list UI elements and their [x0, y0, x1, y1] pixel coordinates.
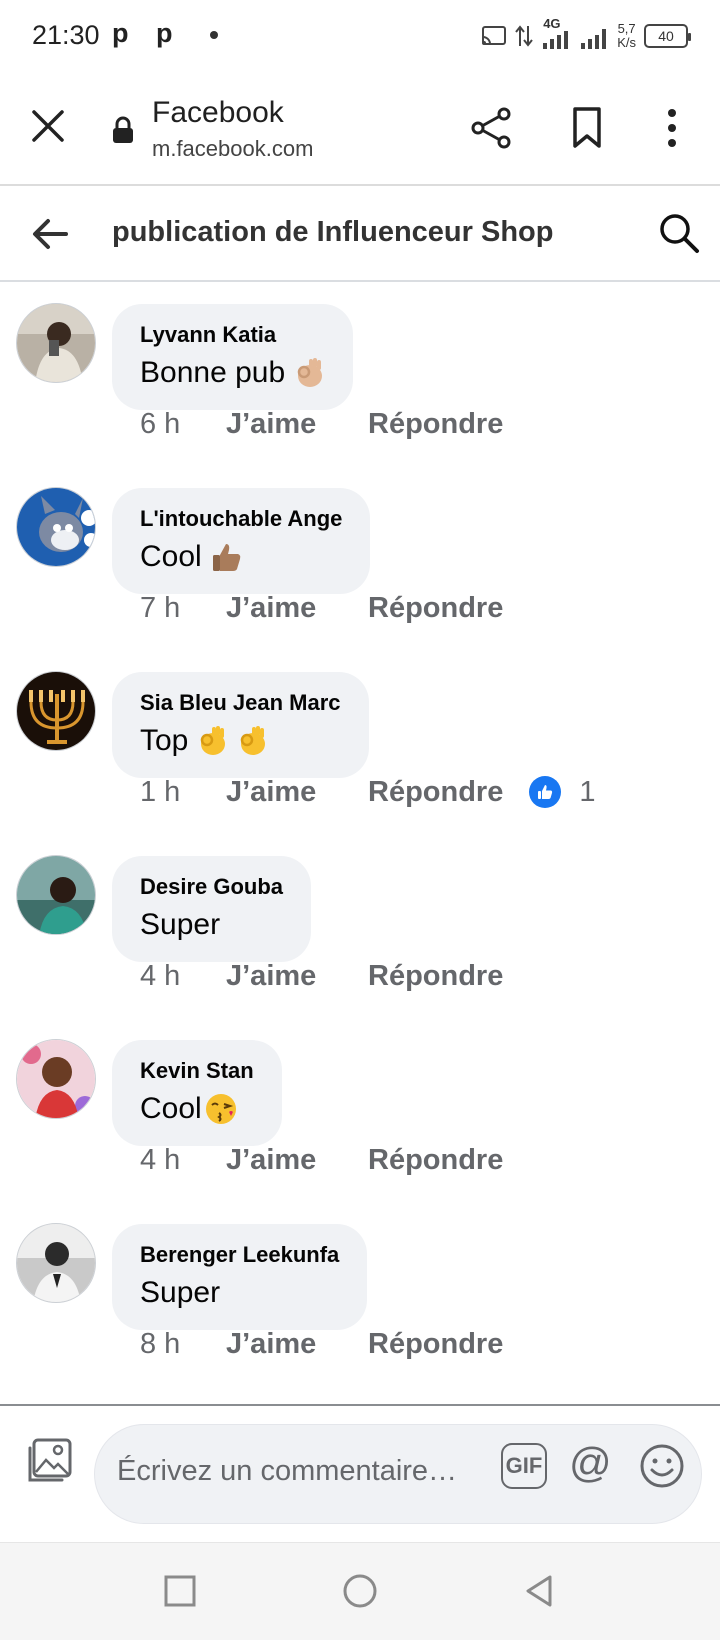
comment-author[interactable]: Kevin Stan: [140, 1058, 254, 1084]
comment-composer: Écrivez un commentaire… GIF @: [0, 1404, 720, 1542]
comment-actions: 6 h J’aime Répondre: [140, 404, 503, 444]
like-button[interactable]: J’aime: [226, 776, 368, 809]
comment-item: Sia Bleu Jean Marc Top 1 h J’aime Répond…: [0, 652, 720, 836]
like-button[interactable]: J’aime: [226, 1144, 368, 1177]
comment-time[interactable]: 4 h: [140, 960, 226, 993]
comment-bubble: Kevin Stan Cool: [112, 1040, 282, 1146]
reply-button[interactable]: Répondre: [368, 408, 503, 441]
comment-text: Top: [140, 724, 341, 758]
search-icon[interactable]: [658, 212, 700, 254]
comment-author[interactable]: Sia Bleu Jean Marc: [140, 690, 341, 716]
browser-toolbar: Facebook m.facebook.com: [0, 74, 720, 186]
mention-button[interactable]: @: [569, 1439, 612, 1487]
comment-text: Super: [140, 908, 221, 941]
reply-button[interactable]: Répondre: [368, 776, 503, 809]
signal-4g-icon: 4G: [541, 17, 571, 51]
page-title: publication de Influenceur Shop: [112, 216, 554, 248]
comment-text: Cool: [140, 540, 342, 574]
notification-p-icon: p: [156, 18, 173, 48]
reply-button[interactable]: Répondre: [368, 592, 503, 625]
comment-bubble: Lyvann Katia Bonne pub: [112, 304, 354, 410]
like-button[interactable]: J’aime: [226, 1328, 368, 1361]
comment-input[interactable]: Écrivez un commentaire… GIF @: [94, 1424, 702, 1524]
reply-button[interactable]: Répondre: [368, 1144, 503, 1177]
avatar[interactable]: [16, 487, 96, 567]
comment-time[interactable]: 1 h: [140, 776, 226, 809]
status-bar: 21:30 p p 4G 5,7 K/s 40: [0, 0, 720, 74]
photo-icon[interactable]: [24, 1436, 74, 1486]
cast-icon: [482, 26, 507, 45]
like-button[interactable]: J’aime: [226, 960, 368, 993]
status-time: 21:30: [32, 20, 100, 50]
back-arrow-icon[interactable]: [30, 214, 70, 254]
battery-icon: 40: [644, 24, 691, 48]
ok-hand-emoji-icon: [201, 726, 226, 755]
comments-list: Lyvann Katia Bonne pub 6 h J’aime Répond…: [0, 284, 720, 1388]
more-vertical-icon[interactable]: [660, 106, 684, 150]
comment-actions: 7 h J’aime Répondre: [140, 588, 503, 628]
notification-p-icon: p: [112, 18, 129, 48]
avatar[interactable]: [16, 1039, 96, 1119]
reaction-count: 1: [579, 775, 596, 808]
emoji-icon[interactable]: [639, 1443, 685, 1489]
comment-author[interactable]: Desire Gouba: [140, 874, 283, 900]
thumbs-up-emoji-icon: [212, 544, 240, 571]
network-speed: 5,7 K/s: [617, 21, 636, 50]
like-button[interactable]: J’aime: [226, 408, 368, 441]
reaction-summary[interactable]: 1: [529, 776, 595, 809]
browser-url[interactable]: m.facebook.com: [152, 136, 313, 162]
comment-text: Bonne pub: [140, 356, 325, 390]
comment-bubble: Berenger Leekunfa Super: [112, 1224, 368, 1330]
comment-text: Cool: [140, 1092, 254, 1126]
comment-actions: 1 h J’aime Répondre 1: [140, 772, 595, 812]
comment-item: Lyvann Katia Bonne pub 6 h J’aime Répond…: [0, 284, 720, 468]
system-navigation-bar: [0, 1542, 720, 1640]
comment-author[interactable]: Berenger Leekunfa: [140, 1242, 339, 1268]
comment-item: L'intouchable Ange Cool 7 h J’aime Répon…: [0, 468, 720, 652]
comment-time[interactable]: 4 h: [140, 1144, 226, 1177]
comment-bubble: Sia Bleu Jean Marc Top: [112, 672, 369, 778]
bookmark-icon[interactable]: [570, 106, 604, 150]
comment-time[interactable]: 8 h: [140, 1328, 226, 1361]
avatar[interactable]: [16, 855, 96, 935]
comment-time[interactable]: 7 h: [140, 592, 226, 625]
avatar[interactable]: [16, 671, 96, 751]
avatar[interactable]: [16, 303, 96, 383]
like-reaction-icon: [529, 776, 562, 808]
more-notifications-icon: [210, 31, 218, 39]
browser-page-title: Facebook: [152, 96, 284, 129]
page-header: publication de Influenceur Shop: [0, 186, 720, 282]
comment-author[interactable]: L'intouchable Ange: [140, 506, 342, 532]
back-icon[interactable]: [520, 1571, 560, 1611]
reply-button[interactable]: Répondre: [368, 960, 503, 993]
reply-button[interactable]: Répondre: [368, 1328, 503, 1361]
lock-icon: [113, 116, 133, 143]
close-icon[interactable]: [30, 108, 66, 144]
comment-actions: 4 h J’aime Répondre: [140, 956, 503, 996]
comment-item: Berenger Leekunfa Super 8 h J’aime Répon…: [0, 1204, 720, 1388]
comment-item: Desire Gouba Super 4 h J’aime Répondre: [0, 836, 720, 1020]
comment-time[interactable]: 6 h: [140, 408, 226, 441]
comment-bubble: L'intouchable Ange Cool: [112, 488, 371, 594]
comment-text: Super: [140, 1276, 221, 1309]
comment-actions: 8 h J’aime Répondre: [140, 1324, 503, 1364]
ok-hand-emoji-icon: [241, 726, 266, 755]
data-transfer-icon: [515, 25, 533, 47]
share-icon[interactable]: [470, 106, 514, 150]
recent-apps-icon[interactable]: [160, 1571, 200, 1611]
comment-input-placeholder: Écrivez un commentaire…: [117, 1455, 458, 1487]
ok-hand-emoji-icon: [297, 358, 323, 387]
like-button[interactable]: J’aime: [226, 592, 368, 625]
kiss-emoji-icon: [205, 1094, 236, 1124]
comment-bubble: Desire Gouba Super: [112, 856, 312, 962]
signal-icon: [581, 29, 607, 49]
home-icon[interactable]: [340, 1571, 380, 1611]
avatar[interactable]: [16, 1223, 96, 1303]
comment-author[interactable]: Lyvann Katia: [140, 322, 325, 348]
comment-item: Kevin Stan Cool 4 h J’aime Répondre: [0, 1020, 720, 1204]
comment-actions: 4 h J’aime Répondre: [140, 1140, 503, 1180]
gif-button[interactable]: GIF: [501, 1443, 547, 1489]
